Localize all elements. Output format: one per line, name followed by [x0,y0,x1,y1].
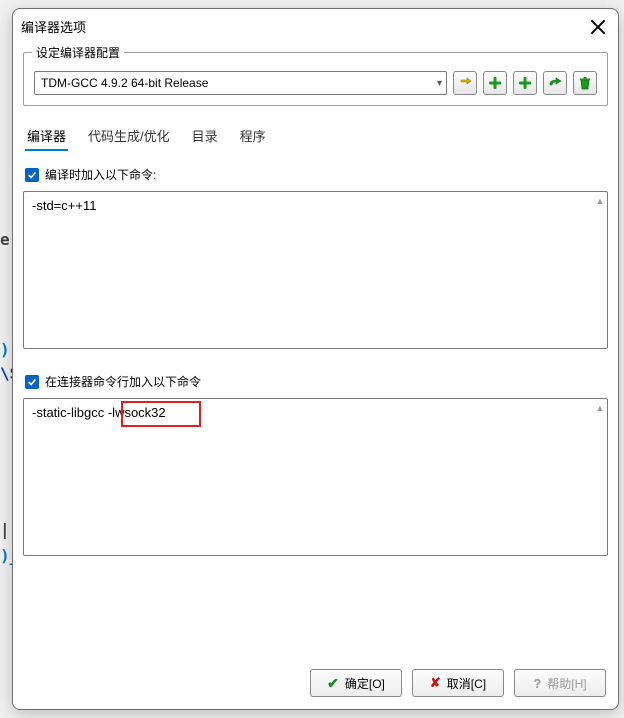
chevron-down-icon: ▾ [437,78,442,89]
add-linker-commands-row: 在连接器命令行加入以下命令 [25,373,608,390]
cancel-button-label: 取消[C] [447,675,486,692]
check-icon: ✔ [327,675,339,692]
plus-icon [488,76,502,90]
combo-value: TDM-GCC 4.9.2 64-bit Release [41,76,208,90]
close-icon [590,19,606,35]
ok-button[interactable]: ✔ 确定[O] [310,669,402,697]
scrollbar[interactable]: ▲ [593,192,607,348]
tab-directories[interactable]: 目录 [190,122,220,151]
compile-commands-field-wrap: ▲ [23,191,608,349]
plus-icon [518,76,532,90]
add-linker-commands-checkbox[interactable] [25,375,39,389]
compile-commands-field[interactable] [24,192,593,348]
scroll-up-icon: ▲ [596,196,605,206]
close-button[interactable] [590,19,606,35]
x-icon: ✘ [430,675,441,691]
crop-artifact: e [0,230,10,249]
group-legend: 设定编译器配置 [32,44,124,61]
window-title: 编译器选项 [21,17,86,36]
question-icon: ? [533,676,541,691]
add-compile-commands-label: 编译时加入以下命令: [45,166,156,183]
add-compiler-button-1[interactable] [483,71,507,95]
swap-icon [458,76,472,90]
delete-compiler-button[interactable] [573,71,597,95]
cancel-button[interactable]: ✘ 取消[C] [412,669,504,697]
scroll-up-icon: ▲ [596,403,605,413]
rename-compiler-button[interactable] [543,71,567,95]
add-linker-commands-label: 在连接器命令行加入以下命令 [45,373,201,390]
compiler-options-dialog: 编译器选项 设定编译器配置 TDM-GCC 4.9.2 64-bit Relea… [12,8,619,710]
tab-compiler[interactable]: 编译器 [25,122,68,151]
linker-commands-field[interactable] [24,399,593,555]
tab-programs[interactable]: 程序 [238,122,268,151]
trash-icon [578,76,592,90]
scrollbar[interactable]: ▲ [593,399,607,555]
titlebar: 编译器选项 [13,9,618,42]
button-bar: ✔ 确定[O] ✘ 取消[C] ? 帮助[H] [23,659,608,699]
add-compile-commands-checkbox[interactable] [25,168,39,182]
swap-button[interactable] [453,71,477,95]
check-icon [27,170,37,180]
tab-bar: 编译器 代码生成/优化 目录 程序 [23,116,608,152]
check-icon [27,377,37,387]
add-compiler-button-2[interactable] [513,71,537,95]
compiler-set-combo[interactable]: TDM-GCC 4.9.2 64-bit Release ▾ [34,71,447,95]
help-button-label: 帮助[H] [547,675,586,692]
compiler-config-group: 设定编译器配置 TDM-GCC 4.9.2 64-bit Release ▾ [23,52,608,106]
help-button[interactable]: ? 帮助[H] [514,669,606,697]
add-compile-commands-row: 编译时加入以下命令: [25,166,608,183]
tab-codegen-optimize[interactable]: 代码生成/优化 [86,122,172,151]
crop-artifact: | [0,520,10,539]
forward-arrow-icon [548,76,562,90]
linker-commands-field-wrap: ▲ [23,398,608,556]
crop-artifact: ) [0,340,10,359]
ok-button-label: 确定[O] [345,675,385,692]
